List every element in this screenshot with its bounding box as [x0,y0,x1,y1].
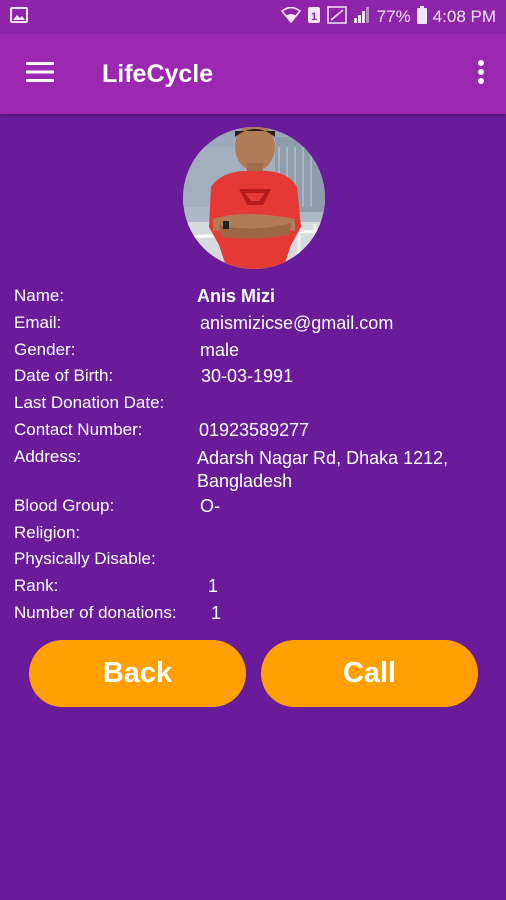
contact-value: 01923589277 [199,419,310,440]
more-vertical-icon [477,59,485,90]
dob-value: 30-03-1991 [201,366,294,387]
profile-details: Name: Anis Mizi Email: anismizicse@gmail… [14,284,494,628]
battery-icon [416,5,427,29]
overflow-menu-button[interactable] [456,34,506,114]
gender-value: male [200,339,240,360]
rank-row: Rank: 1 [14,574,494,601]
signal-icon [353,6,371,29]
last-donation-row: Last Donation Date: [14,391,494,418]
donations-row: Number of donations: 1 [14,601,494,628]
call-button[interactable]: Call [261,640,478,707]
religion-label: Religion: [14,522,81,542]
clock: 4:08 PM [432,7,496,26]
sim-icon: 1 [307,6,321,29]
contact-label: Contact Number: [14,419,143,439]
app-bar: LifeCycle [0,34,506,114]
email-value: anismizicse@gmail.com [200,312,394,333]
contact-row: Contact Number: 01923589277 [14,418,494,445]
app-title: LifeCycle [102,59,214,88]
rank-value: 1 [208,576,219,597]
no-signal-icon [326,5,347,29]
hamburger-menu-icon [26,61,54,88]
dob-row: Date of Birth: 30-03-1991 [14,364,494,391]
disability-label: Physically Disable: [14,549,156,569]
svg-text:1: 1 [311,11,317,23]
blood-group-row: Blood Group: O- [14,494,494,521]
wifi-icon [280,6,301,28]
donations-value: 1 [211,602,222,623]
dob-label: Date of Birth: [14,366,114,386]
name-value: Anis Mizi [197,286,276,306]
gallery-notification-icon [10,6,28,28]
disability-row: Physically Disable: [14,547,494,574]
status-bar: 1 77% 4:08 PM [0,0,506,34]
name-label: Name: [14,286,65,305]
donations-label: Number of donations: [14,602,177,622]
blood-group-label: Blood Group: [14,495,115,515]
religion-row: Religion: [14,521,494,548]
battery-percent: 77% [376,7,411,26]
gender-label: Gender: [14,339,76,359]
address-row: Address: Adarsh Nagar Rd, Dhaka 1212, Ba… [14,445,494,494]
address-label: Address: [14,446,82,466]
menu-button[interactable] [0,34,80,114]
name-row: Name: Anis Mizi [14,284,494,311]
blood-group-value: O- [200,495,220,516]
email-row: Email: anismizicse@gmail.com [14,311,494,338]
last-donation-label: Last Donation Date: [14,393,165,413]
profile-avatar [183,127,325,269]
back-button[interactable]: Back [29,640,246,707]
email-label: Email: [14,312,62,332]
rank-label: Rank: [14,576,59,596]
gender-row: Gender: male [14,338,494,365]
address-value: Adarsh Nagar Rd, Dhaka 1212, Bangladesh [197,447,449,491]
